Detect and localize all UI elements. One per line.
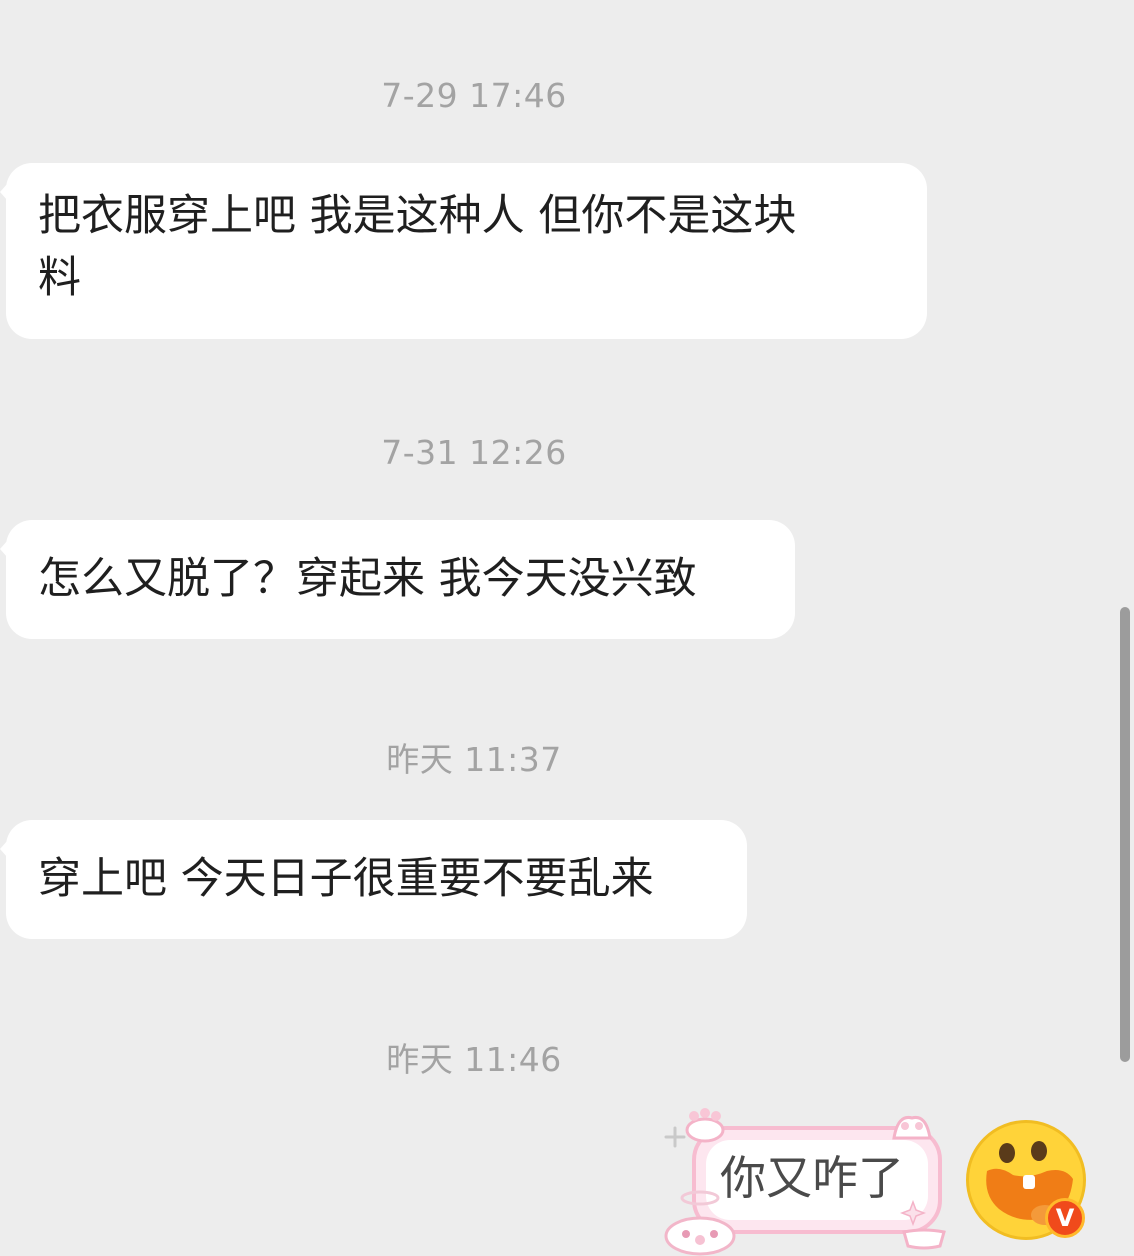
message-text: 怎么又脱了？穿起来 我今天没兴致: [38, 554, 697, 604]
message-text-line: 把衣服穿上吧 我是这种人 但你不是这块: [38, 191, 797, 241]
bubble-tail: [0, 840, 8, 858]
halo-icon: [680, 1190, 720, 1206]
message-bubble[interactable]: 穿上吧 今天日子很重要不要乱来: [0, 820, 747, 939]
timestamp: 昨天 11:37: [386, 740, 562, 779]
message-text: 你又咋了: [720, 1151, 904, 1205]
scrollbar[interactable]: [1120, 607, 1130, 1062]
timestamp: 7-31 12:26: [381, 433, 567, 472]
bunny-ear-icon: [892, 1115, 932, 1140]
timestamp: 7-29 17:46: [381, 76, 567, 115]
message-text-line: 料: [38, 253, 81, 303]
paw-icon: [685, 1108, 725, 1143]
bubble-tail: [0, 183, 8, 201]
message-text: 穿上吧 今天日子很重要不要乱来: [38, 854, 654, 904]
message-bubble[interactable]: 怎么又脱了？穿起来 我今天没兴致: [0, 520, 795, 639]
message-bubble[interactable]: 把衣服穿上吧 我是这种人 但你不是这块 料: [0, 163, 927, 339]
bubble-tail: [0, 540, 8, 558]
sparkle-icon: [664, 1126, 686, 1148]
timestamp: 昨天 11:46: [386, 1040, 562, 1079]
cute-face-icon: [664, 1216, 736, 1256]
tail-ribbon-icon: [902, 1228, 946, 1250]
verified-v-badge-icon: V: [1045, 1198, 1085, 1238]
my-message-bubble[interactable]: 你又咋了: [660, 1100, 960, 1256]
